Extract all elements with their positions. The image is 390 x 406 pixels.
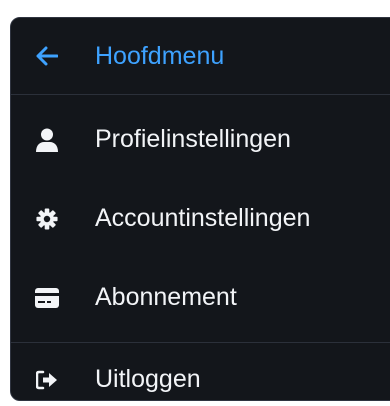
user-icon [34,127,60,153]
menu-item-label: Profielinstellingen [95,125,291,153]
back-to-main-menu[interactable]: Hoofdmenu [11,18,390,94]
gear-icon [34,206,60,232]
credit-card-icon [34,285,60,311]
logout-label: Uitloggen [95,365,201,393]
back-label: Hoofdmenu [95,41,225,70]
logout-button[interactable]: Uitloggen [11,343,390,400]
menu-item-account-settings[interactable]: Accountinstellingen [11,179,390,258]
arrow-left-icon [34,43,60,69]
account-menu: Hoofdmenu Profielinstellingen Accountins… [10,17,390,401]
menu-item-label: Accountinstellingen [95,204,311,232]
menu-item-label: Abonnement [95,283,237,311]
settings-group: Profielinstellingen Accountinstellingen … [11,95,390,342]
menu-item-subscription[interactable]: Abonnement [11,258,390,337]
menu-item-profile-settings[interactable]: Profielinstellingen [11,100,390,179]
sign-out-icon [34,367,60,393]
